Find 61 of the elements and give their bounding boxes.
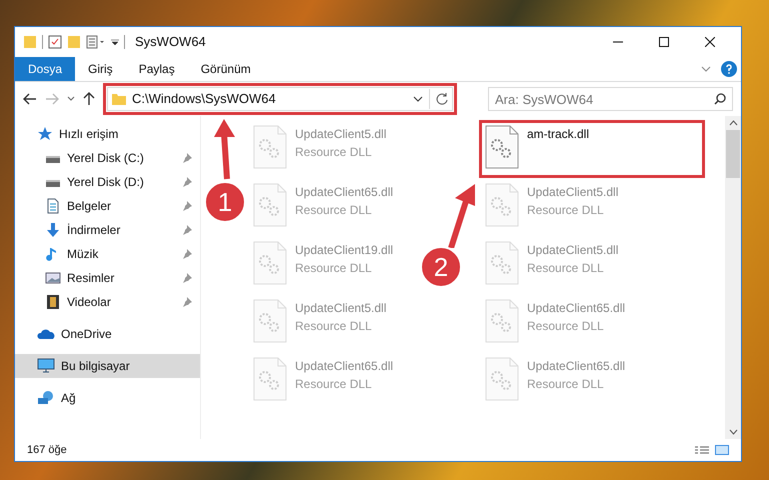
sidebar-item[interactable]: Yerel Disk (C:) [15,146,200,170]
sidebar-item[interactable]: Yerel Disk (D:) [15,170,200,194]
pin-icon[interactable] [182,297,192,307]
monitor-icon [37,358,55,374]
film-icon [45,294,61,310]
ribbon-tab[interactable]: Görünüm [188,57,264,81]
sidebar-item[interactable]: Ağ [15,386,200,410]
folder-icon [112,93,126,105]
file-type: Resource DLL [527,318,605,335]
file-type: Resource DLL [527,260,605,277]
sidebar-item[interactable]: Hızlı erişim [15,122,200,146]
globe-icon [37,390,55,406]
pin-icon[interactable] [182,177,192,187]
help-icon[interactable] [721,61,737,77]
annotation-arrow [213,119,237,181]
down-arrow-icon [45,222,61,238]
chevron-down-icon[interactable] [67,96,75,102]
file-name[interactable]: am-track.dll [527,125,590,143]
file-type: Resource DLL [295,202,373,219]
chevron-up-icon[interactable] [728,120,738,126]
caret-down-icon[interactable] [111,38,119,46]
tiles-view-icon[interactable] [715,445,729,455]
pin-icon[interactable] [182,153,192,163]
sidebar-item[interactable]: Videolar [15,290,200,314]
file-type: Resource DLL [295,376,373,393]
window-title: SysWOW64 [135,33,206,52]
file-type: Resource DLL [295,260,373,277]
file-type: Resource DLL [527,202,605,219]
scrollbar-thumb[interactable] [726,130,740,178]
sidebar-item[interactable]: Belgeler [15,194,200,218]
sidebar-item[interactable]: OneDrive [15,322,200,346]
star-icon [37,126,53,142]
scrollbar[interactable] [725,116,741,439]
pin-icon[interactable] [182,273,192,283]
address-path: C:\Windows\SysWOW64 [132,90,276,108]
up-arrow-icon[interactable] [83,92,95,106]
picture-icon [45,270,61,286]
properties-icon[interactable] [86,35,106,49]
chevron-down-icon[interactable] [413,96,423,102]
sidebar-item[interactable]: Resimler [15,266,200,290]
pin-icon[interactable] [182,201,192,211]
document-icon [45,198,61,214]
checklist-icon[interactable] [48,35,62,49]
details-view-icon[interactable] [695,445,709,455]
pin-icon[interactable] [182,225,192,235]
sidebar-item[interactable]: Bu bilgisayar [15,354,200,378]
cloud-icon [37,328,55,340]
item-count: 167 öğe [27,442,67,458]
refresh-icon[interactable] [436,93,448,105]
ribbon-tab[interactable]: Giriş [75,57,126,81]
ribbon-tab[interactable]: Dosya [15,57,76,81]
file-type: Resource DLL [295,318,373,335]
pin-icon[interactable] [182,249,192,259]
file-type: Resource DLL [295,144,373,161]
chevron-down-icon[interactable] [728,429,738,435]
ribbon-tab[interactable]: Paylaş [126,57,188,81]
address-field[interactable]: C:\Windows\SysWOW64 [107,87,453,111]
sidebar-item[interactable]: İndirmeler [15,218,200,242]
back-arrow-icon[interactable] [23,93,37,105]
sidebar-item[interactable]: Müzik [15,242,200,266]
file-type: Resource DLL [527,376,605,393]
